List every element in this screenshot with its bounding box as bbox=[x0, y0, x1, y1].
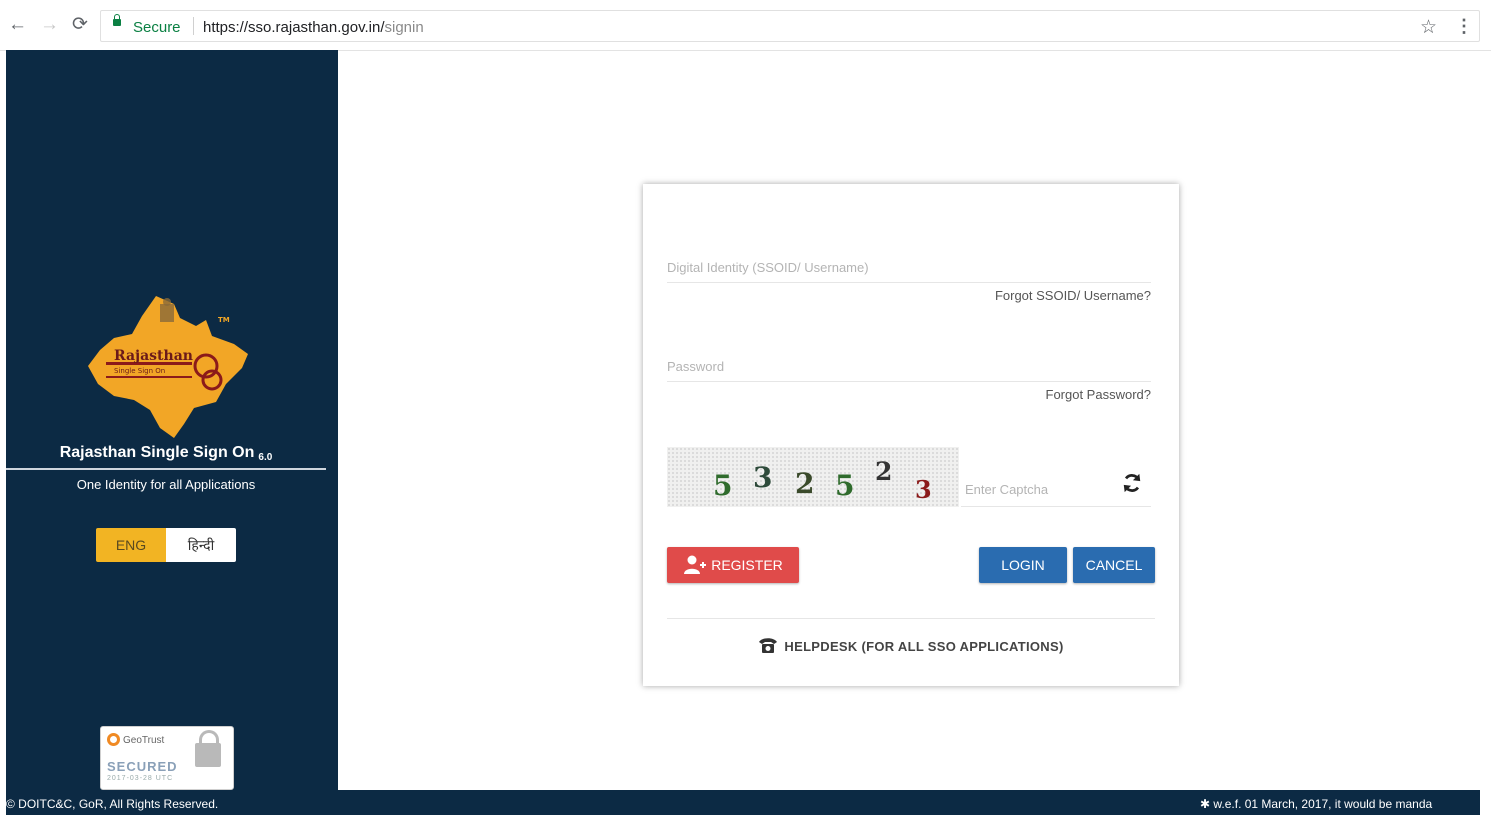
star-icon[interactable]: ☆ bbox=[1420, 16, 1437, 39]
seal-label: SECURED bbox=[107, 759, 178, 774]
login-button[interactable]: LOGIN bbox=[979, 547, 1067, 583]
card-divider bbox=[667, 618, 1155, 619]
lock-icon bbox=[113, 14, 121, 26]
sidebar: Rajasthan Single Sign On TM Rajasthan Si… bbox=[6, 50, 338, 790]
login-card: Forgot SSOID/ Username? Forgot Password?… bbox=[643, 184, 1179, 686]
language-toggle: ENG हिन्दी bbox=[96, 528, 236, 562]
rajasthan-logo: Rajasthan Single Sign On TM bbox=[88, 296, 248, 438]
forgot-username-link[interactable]: Forgot SSOID/ Username? bbox=[995, 288, 1151, 303]
password-input[interactable] bbox=[667, 355, 1151, 377]
username-field bbox=[667, 242, 1151, 283]
captcha-digit: 5 bbox=[713, 469, 733, 502]
brand-title-text: Rajasthan Single Sign On bbox=[59, 444, 255, 461]
captcha-digit: 5 bbox=[835, 469, 855, 502]
captcha-digit: 3 bbox=[753, 461, 773, 494]
menu-icon[interactable]: ⋮ bbox=[1455, 16, 1473, 37]
address-bar[interactable]: Secure https://sso.rajasthan.gov.in/sign… bbox=[100, 10, 1480, 42]
register-label: REGISTER bbox=[711, 557, 783, 573]
geotrust-logo: GeoTrust bbox=[107, 733, 164, 746]
secure-label: Secure bbox=[133, 19, 181, 36]
logo-text: Rajasthan bbox=[114, 348, 193, 364]
geotrust-icon bbox=[107, 733, 120, 746]
username-input[interactable] bbox=[667, 256, 1151, 278]
helpdesk-link[interactable]: HELPDESK (FOR ALL SSO APPLICATIONS) bbox=[643, 636, 1179, 654]
captcha-field bbox=[961, 468, 1151, 507]
captcha-image: 5 3 2 5 2 3 bbox=[667, 447, 959, 507]
url-text[interactable]: https://sso.rajasthan.gov.in/signin bbox=[203, 19, 424, 36]
geotrust-seal[interactable]: GeoTrust SECURED 2017-03-28 UTC bbox=[100, 726, 234, 790]
tagline: One Identity for all Applications bbox=[76, 477, 256, 492]
register-button[interactable]: REGISTER bbox=[667, 547, 799, 583]
captcha-digit: 3 bbox=[915, 475, 932, 504]
user-plus-icon bbox=[684, 555, 707, 574]
browser-toolbar: ← → ⟳ Secure https://sso.rajasthan.gov.i… bbox=[0, 0, 1491, 51]
seal-date: 2017-03-28 UTC bbox=[107, 775, 174, 782]
captcha-digit: 2 bbox=[875, 457, 893, 486]
address-divider bbox=[193, 17, 194, 35]
refresh-icon[interactable] bbox=[1121, 472, 1143, 494]
captcha-digit: 2 bbox=[795, 467, 815, 500]
cancel-button[interactable]: CANCEL bbox=[1073, 547, 1155, 583]
password-field bbox=[667, 341, 1151, 382]
forward-icon[interactable]: → bbox=[40, 14, 59, 36]
helpdesk-label: HELPDESK (FOR ALL SSO APPLICATIONS) bbox=[784, 639, 1064, 654]
captcha-input[interactable] bbox=[965, 478, 1115, 500]
brand-title: Rajasthan Single Sign On 6.0 bbox=[6, 444, 326, 463]
padlock-icon bbox=[195, 730, 221, 767]
lang-eng-button[interactable]: ENG bbox=[96, 528, 166, 562]
back-icon[interactable]: ← bbox=[8, 14, 27, 36]
copyright-text: © DOITC&C, GoR, All Rights Reserved. bbox=[6, 797, 219, 811]
logo-tm: TM bbox=[218, 316, 230, 324]
logo-subtext: Single Sign On bbox=[114, 367, 165, 375]
url-path: signin bbox=[384, 19, 424, 36]
brand-divider bbox=[6, 468, 326, 470]
lang-hindi-button[interactable]: हिन्दी bbox=[166, 528, 236, 562]
phone-icon bbox=[759, 638, 778, 653]
url-host: https://sso.rajasthan.gov.in/ bbox=[203, 19, 385, 36]
notice-ticker: ✱ w.e.f. 01 March, 2017, it would be man… bbox=[1200, 797, 1433, 811]
seal-brand: GeoTrust bbox=[123, 735, 165, 746]
reload-icon[interactable]: ⟳ bbox=[72, 14, 88, 36]
forgot-password-link[interactable]: Forgot Password? bbox=[1046, 387, 1152, 402]
footer: © DOITC&C, GoR, All Rights Reserved. ✱ w… bbox=[6, 790, 1480, 815]
brand-version: 6.0 bbox=[258, 452, 273, 463]
